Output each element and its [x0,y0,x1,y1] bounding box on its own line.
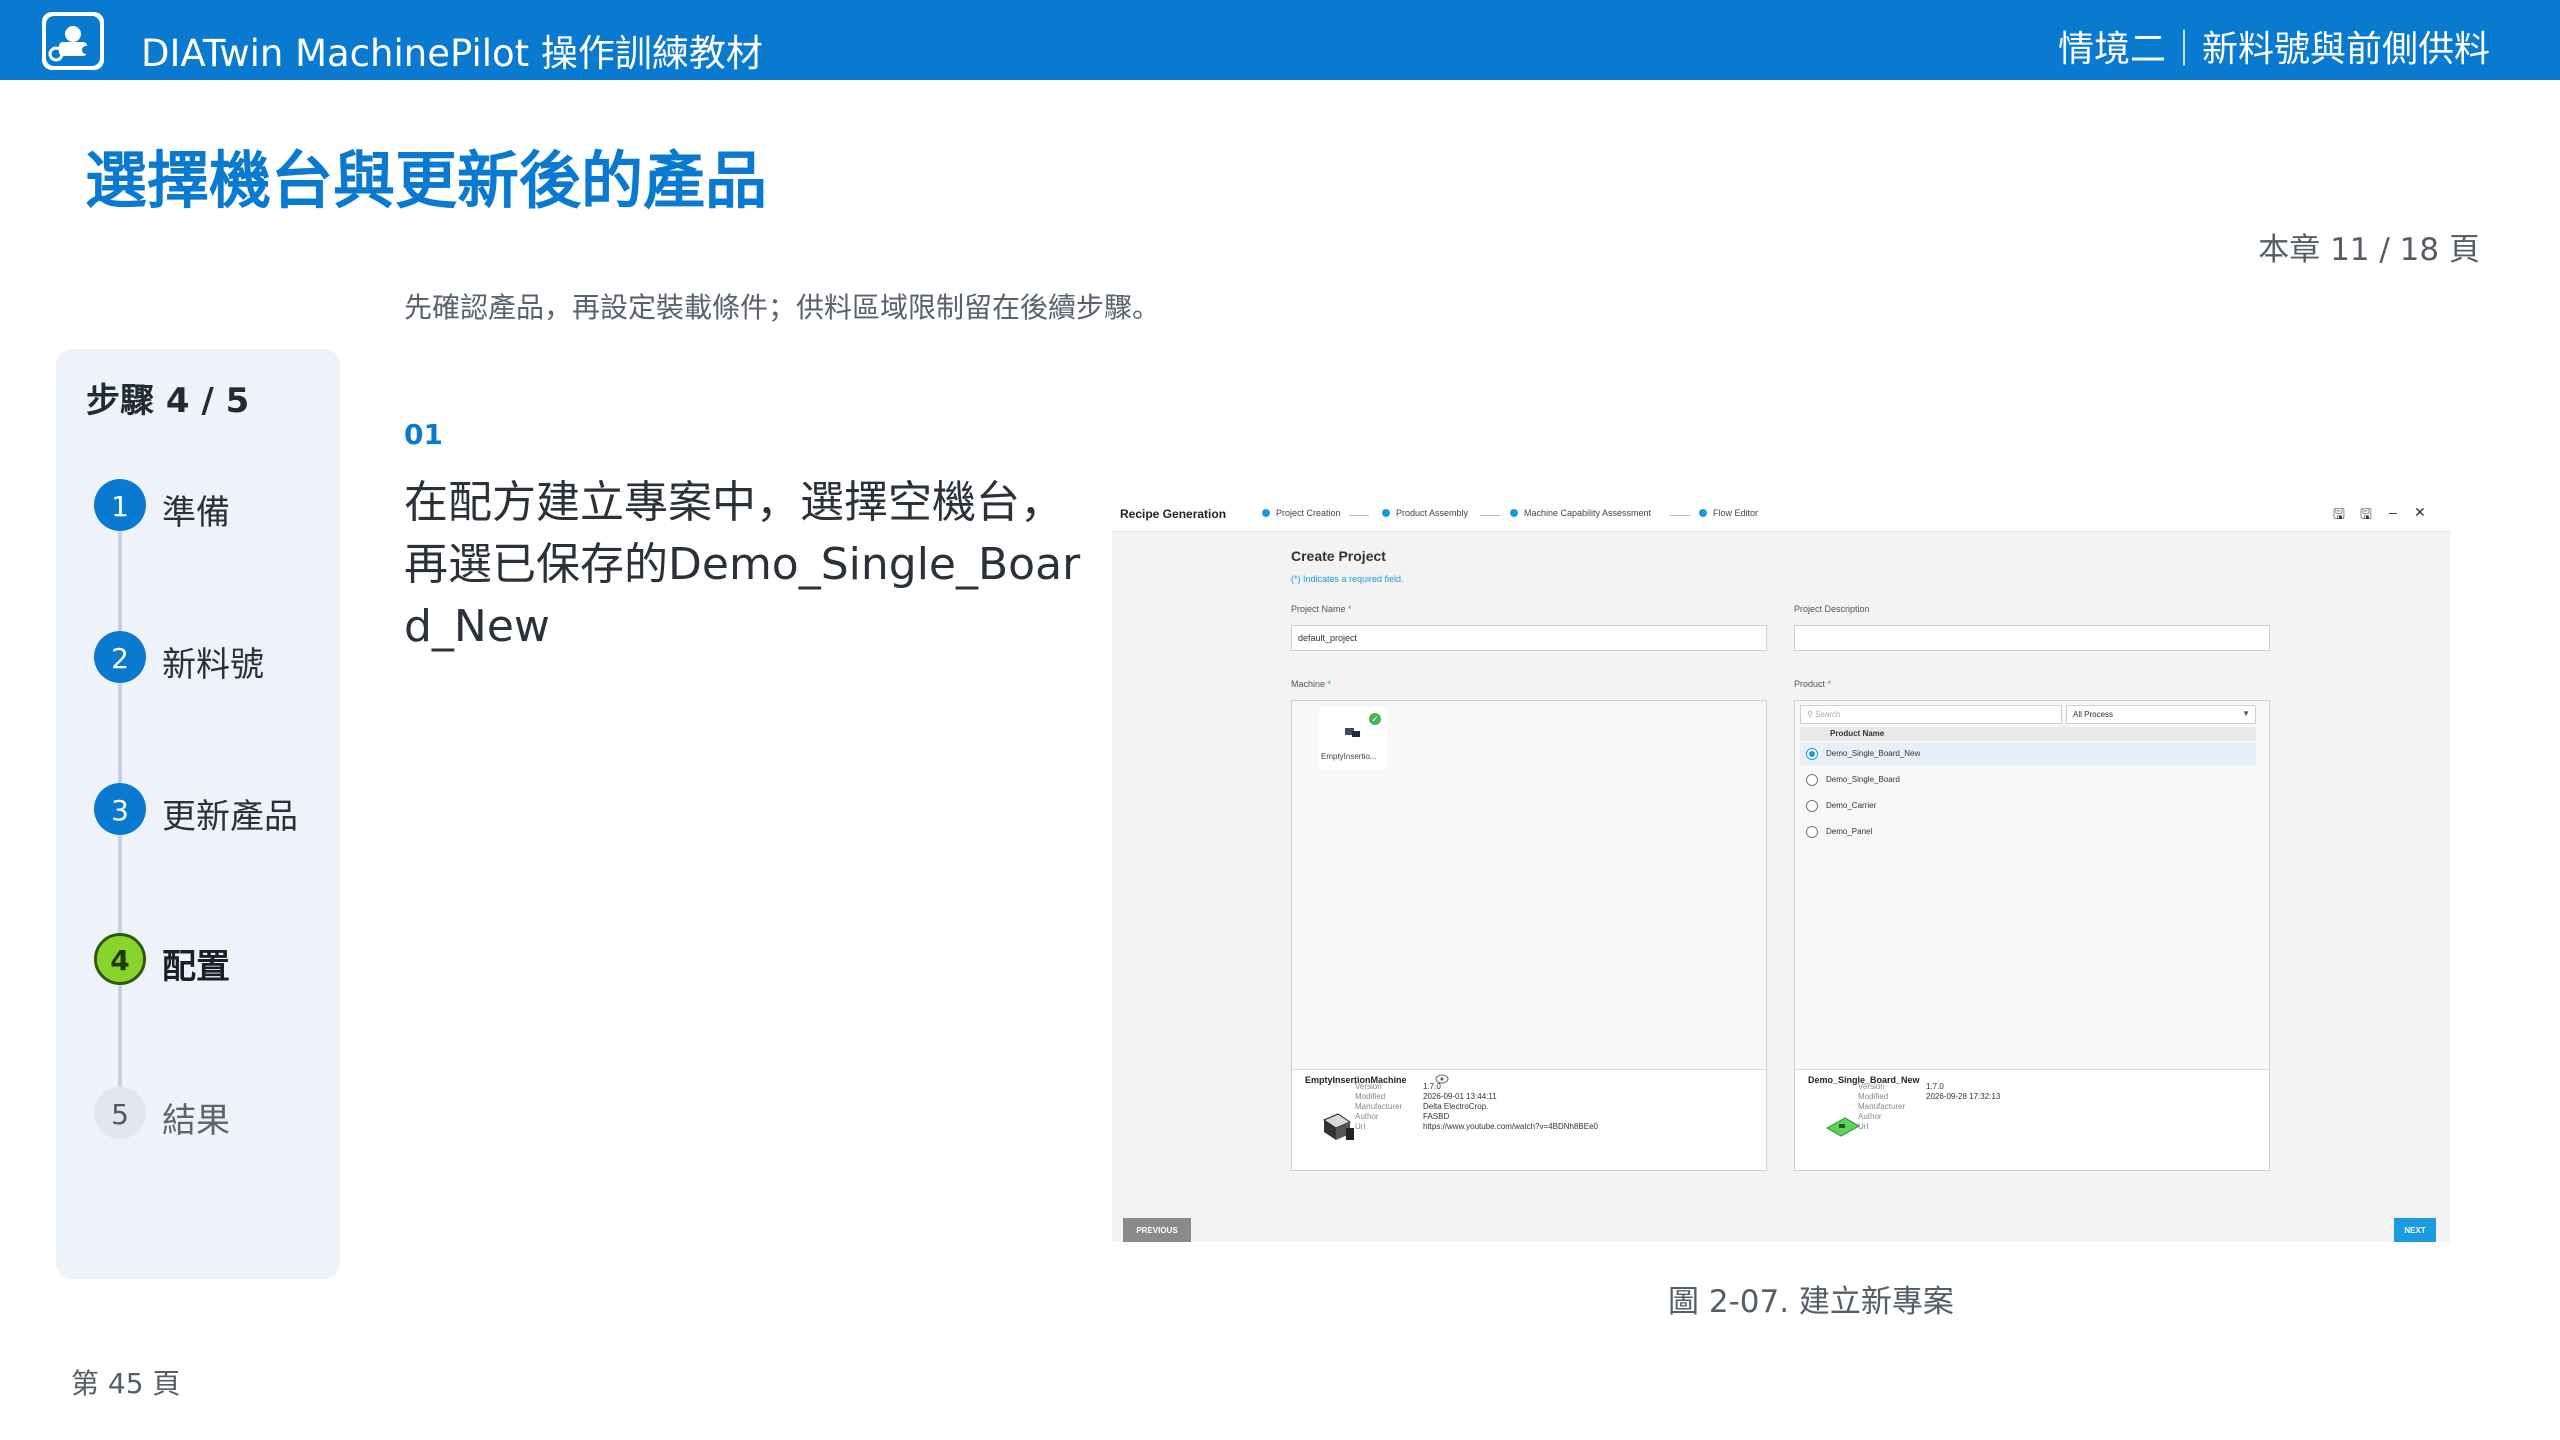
wizard-dot-icon [1382,509,1390,517]
next-button[interactable]: NEXT [2394,1218,2436,1242]
radio-icon[interactable] [1806,826,1818,838]
wizard-connector [1670,515,1690,516]
board-thumbnail-icon [1825,1117,1861,1137]
product-label: Product * [1794,679,1832,689]
wizard-dot-icon [1699,509,1707,517]
step-label: 配置 [162,947,230,987]
steps-progress-title: 步驟 4 / 5 [86,381,250,421]
minimize-icon[interactable]: – [2389,504,2397,520]
product-row[interactable]: Demo_Single_Board [1800,769,2256,791]
machine-detail-panel: EmptyInsertionMachine Version 1.7.0 Modif… [1292,1069,1766,1170]
page-title: 選擇機台與更新後的產品 [85,144,768,217]
instruction-text: 在配方建立專案中，選擇空機台，再選已保存的Demo_Single_Board_N… [404,477,1081,652]
project-description-input[interactable] [1794,625,2270,651]
steps-panel: 步驟 4 / 5 1 準備 2 新料號 3 更新產品 4 配置 5 結果 [56,349,340,1279]
step-item-3[interactable]: 3 更新產品 [94,783,334,837]
step-number: 1 [94,479,146,531]
create-project-title: Create Project [1291,548,1386,564]
recipe-title: Recipe Generation [1120,507,1227,521]
machine-thumbnail-icon [1322,1113,1354,1140]
wizard-step-product-assembly[interactable]: Product Assembly [1382,508,1468,518]
top-header-bar: DIATwin MachinePilot 操作訓練教材 情境二｜新料號與前側供料 [0,0,2560,80]
step-number: 2 [94,631,146,683]
step-label: 結果 [162,1101,230,1141]
product-row[interactable]: Demo_Panel [1800,821,2256,843]
step-label: 新料號 [162,645,264,685]
product-detail-panel: Demo_Single_Board_New Version 1.7.0 Modif… [1795,1069,2269,1170]
radio-icon[interactable] [1806,774,1818,786]
product-row[interactable]: Demo_Single_Board_New [1800,743,2256,765]
chapter-page-indicator: 本章 11 / 18 頁 [2258,232,2480,268]
wizard-dot-icon [1262,509,1270,517]
search-icon: ⚲ [1807,710,1816,719]
wizard-dot-icon [1510,509,1518,517]
step-number: 3 [94,783,146,835]
machine-tile-caption: EmptyInsertio... [1321,752,1377,761]
product-row[interactable]: Demo_Carrier [1800,795,2256,817]
project-name-input[interactable]: default_project [1291,625,1767,651]
recipe-generation-screenshot: Recipe Generation Project Creation Produ… [1112,498,2450,1242]
step-label: 更新產品 [162,797,298,837]
wizard-step-machine-capability[interactable]: Machine Capability Assessment [1510,508,1651,518]
save-icon[interactable]: 🖫 [2333,504,2345,528]
step-item-4-active[interactable]: 4 配置 [94,933,334,987]
radio-selected-icon[interactable] [1806,748,1818,760]
wizard-step-project-creation[interactable]: Project Creation [1262,508,1341,518]
required-field-note: (*) Indicates a required field. [1291,574,1404,584]
wizard-step-flow-editor[interactable]: Flow Editor [1699,508,1758,518]
machine-list-box: ✓ EmptyInsertio... EmptyInsertionMachine… [1291,700,1767,1171]
product-name-column-header: Product Name [1800,727,2256,741]
page-number-footer: 第 45 頁 [71,1367,181,1400]
step-label: 準備 [162,493,230,533]
app-title: DIATwin MachinePilot 操作訓練教材 [141,32,763,75]
chevron-down-icon: ▼ [2242,709,2250,718]
previous-button[interactable]: PREVIOUS [1123,1218,1191,1242]
machine-tile-empty-insertion[interactable]: ✓ EmptyInsertio... [1319,707,1387,769]
product-list-box: ⚲ Search All Process ▼ Product Name Demo_… [1794,700,2270,1171]
machine-icon [1345,728,1360,737]
chapter-title: 情境二｜新料號與前側供料 [2057,29,2490,70]
product-search-input[interactable]: ⚲ Search [1800,705,2062,724]
step-item-5[interactable]: 5 結果 [94,1087,334,1141]
robot-arm-logo-icon [42,12,104,70]
figure-caption: 圖 2-07. 建立新專案 [1668,1284,1954,1320]
recipe-titlebar: Recipe Generation Project Creation Produ… [1112,498,2450,532]
step-number: 4 [94,933,146,985]
wizard-connector [1349,515,1369,516]
project-description-label: Project Description [1794,604,1870,614]
step-item-2[interactable]: 2 新料號 [94,631,334,685]
project-name-label: Project Name * [1291,604,1352,614]
step-number-label: 01 [404,418,443,451]
wizard-connector [1480,515,1500,516]
step-number: 5 [94,1087,146,1139]
close-icon[interactable]: ✕ [2414,504,2426,521]
step-item-1[interactable]: 1 準備 [94,479,334,533]
selected-check-icon: ✓ [1369,713,1381,725]
machine-label: Machine * [1291,679,1332,689]
intro-text: 先確認產品，再設定裝載條件；供料區域限制留在後續步驟。 [404,291,1161,324]
radio-icon[interactable] [1806,800,1818,812]
save-as-icon[interactable]: 🖫 [2360,504,2372,528]
process-filter-select[interactable]: All Process ▼ [2066,705,2256,724]
